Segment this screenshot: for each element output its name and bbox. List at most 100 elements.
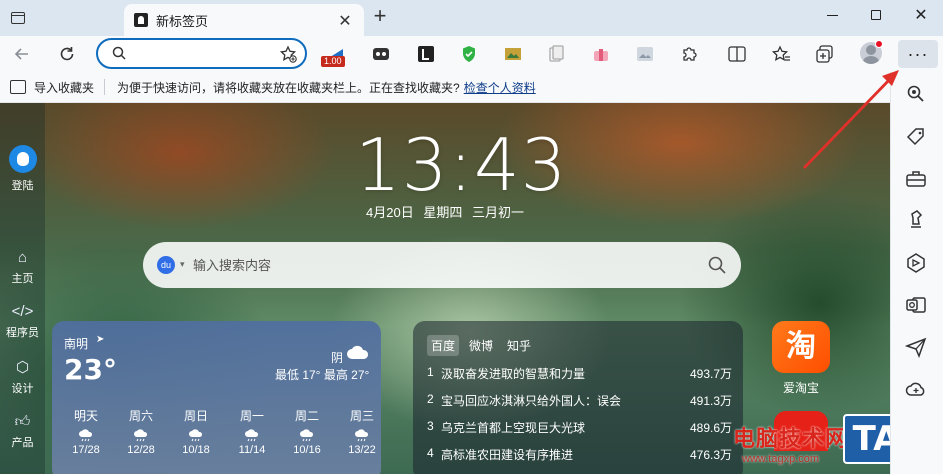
import-folder-icon[interactable] [10, 80, 26, 94]
clock-time: 13:43 [355, 123, 568, 207]
forecast-range: 17/28 [72, 444, 100, 456]
search-icon [112, 46, 126, 60]
split-screen-icon[interactable] [726, 43, 748, 65]
taobao-app-tile[interactable]: 淘 爱淘宝 [770, 321, 832, 401]
forecast-day-name: 周日 [183, 409, 208, 423]
send-icon[interactable] [905, 336, 927, 358]
forecast-range: 10/16 [293, 444, 321, 456]
extension-l-icon[interactable] [415, 43, 437, 65]
extension-gift-icon[interactable] [590, 43, 612, 65]
watermark-url: www.tagxp.com [742, 453, 820, 465]
location-arrow-icon: ➤ [96, 334, 105, 345]
extension-badge: 1.00 [321, 56, 345, 67]
rail-programmer[interactable]: </> 程序员 [0, 303, 45, 340]
extension-photo-icon[interactable] [634, 43, 656, 65]
tab-title: 新标签页 [156, 13, 209, 29]
back-button[interactable] [10, 42, 34, 66]
weekday: 星期四 [423, 205, 463, 220]
extension-image-icon[interactable] [502, 43, 524, 65]
favorites-hint: 为便于快速访问，请将收藏夹放在收藏夹栏上。正在查找收藏夹? [117, 80, 460, 95]
tab-weibo[interactable]: 微博 [465, 335, 497, 356]
rail-programmer-label: 程序员 [6, 327, 39, 339]
tab-zhihu[interactable]: 知乎 [503, 335, 535, 356]
back-arrow-icon [14, 48, 28, 60]
hot-title: 高标准农田建设有序推进 [441, 448, 574, 462]
check-profile-link[interactable]: 检查个人资料 [464, 79, 536, 96]
settings-and-more-button[interactable]: ··· [898, 40, 938, 68]
rail-login[interactable]: 登陆 [0, 145, 45, 193]
home-icon: ⌂ [17, 249, 28, 266]
tab-close-icon[interactable]: ✕ [336, 11, 354, 31]
bird-avatar-icon [8, 145, 37, 173]
minimize-button[interactable] [812, 2, 852, 28]
rail-login-label: 登陆 [11, 180, 34, 192]
cube-icon: ⬡ [15, 359, 30, 376]
tab-actions-button[interactable] [6, 7, 30, 29]
hot-search-card: 百度 微博 知乎 1 汲取奋发进取的智慧和力量 493.7万 2 宝马回应冰淇淋只给外国… [413, 321, 743, 474]
shopping-tag-icon[interactable] [905, 126, 927, 148]
cloud-rain-icon [355, 429, 369, 442]
tab-strip: 新标签页 ✕ + ✕ [0, 0, 943, 36]
baidu-paw-icon[interactable]: du [157, 256, 175, 274]
refresh-button[interactable] [55, 42, 79, 66]
microsoft-365-icon[interactable] [905, 252, 927, 274]
engine-chevron-down-icon[interactable]: ▾ [180, 259, 185, 270]
clock-date: 4月20日 星期四 三月初一 [355, 202, 535, 221]
forecast-day-name: 明天 [73, 409, 98, 423]
address-bar[interactable] [96, 38, 307, 69]
extension-goggles-icon[interactable] [370, 43, 392, 65]
cloud-rain-icon [134, 429, 148, 442]
import-favorites-button[interactable]: 导入收藏夹 [34, 79, 94, 96]
extension-shield-icon[interactable] [458, 43, 480, 65]
extensions-puzzle-icon[interactable] [678, 43, 700, 65]
forecast-range: 10/18 [182, 444, 210, 456]
forecast-range: 13/22 [348, 444, 376, 456]
search-submit-icon[interactable] [706, 254, 728, 276]
lunar-date: 三月初一 [471, 205, 524, 220]
cloud-rain-icon [300, 429, 314, 442]
extension-files-icon[interactable] [545, 43, 567, 65]
games-chess-icon[interactable] [905, 208, 927, 230]
hot-rank: 3 [427, 419, 434, 433]
hot-value: 476.3万 [689, 448, 732, 462]
rail-product[interactable]: 👍︎ 产品 [0, 413, 45, 450]
search-box: du ▾ [143, 242, 741, 288]
maximize-icon [871, 10, 881, 20]
weather-range: 最低 17° 最高 27° [275, 368, 370, 382]
taobao-icon: 淘 [772, 321, 830, 373]
refresh-icon [60, 47, 74, 61]
rail-product-label: 产品 [11, 437, 34, 449]
forecast-day: 周二 10/16 [283, 407, 331, 456]
hot-list-item[interactable]: 4 高标准农田建设有序推进 476.3万 [427, 446, 732, 466]
forecast-day-name: 周三 [349, 409, 374, 423]
search-input[interactable] [193, 254, 693, 276]
hot-value: 489.6万 [689, 421, 732, 435]
hot-rank: 2 [427, 392, 434, 406]
search-sidebar-icon[interactable] [905, 83, 927, 105]
collections-icon[interactable] [814, 43, 836, 65]
forecast-day: 周六 12/28 [117, 407, 165, 456]
hot-list-item[interactable]: 2 宝马回应冰淇淋只给外国人：误会 491.3万 [427, 392, 732, 412]
tools-toolbox-icon[interactable] [905, 168, 927, 190]
hot-list-item[interactable]: 1 汲取奋发进取的智慧和力量 493.7万 [427, 365, 732, 385]
outlook-icon[interactable] [905, 294, 927, 316]
favorites-icon[interactable] [770, 43, 792, 65]
maximize-button[interactable] [856, 2, 896, 28]
tab-baidu[interactable]: 百度 [427, 335, 460, 356]
minimize-icon [826, 14, 838, 16]
hot-list-item[interactable]: 3 乌克兰首都上空现巨大光球 489.6万 [427, 419, 732, 439]
rail-design[interactable]: ⬡ 设计 [0, 359, 45, 396]
cloud-rain-icon [189, 429, 203, 442]
tab-favicon-icon [134, 13, 148, 27]
right-sidebar [890, 72, 943, 474]
new-tab-button[interactable]: + [370, 5, 390, 27]
forecast-day: 周一 11/14 [228, 407, 276, 456]
weather-card[interactable]: 南明 ➤ 23° 阴 最低 17° 最高 27° 明天 17/28 周六 12/28 周… [52, 321, 381, 474]
rail-home[interactable]: ⌂ 主页 [0, 249, 45, 286]
cloud-add-icon[interactable] [905, 378, 927, 400]
favorites-separator [104, 79, 106, 95]
add-favorite-icon[interactable] [279, 45, 297, 63]
close-window-button[interactable]: ✕ [901, 2, 941, 28]
tab-new-tab[interactable]: 新标签页 ✕ [124, 4, 364, 36]
code-icon: </> [11, 303, 34, 320]
